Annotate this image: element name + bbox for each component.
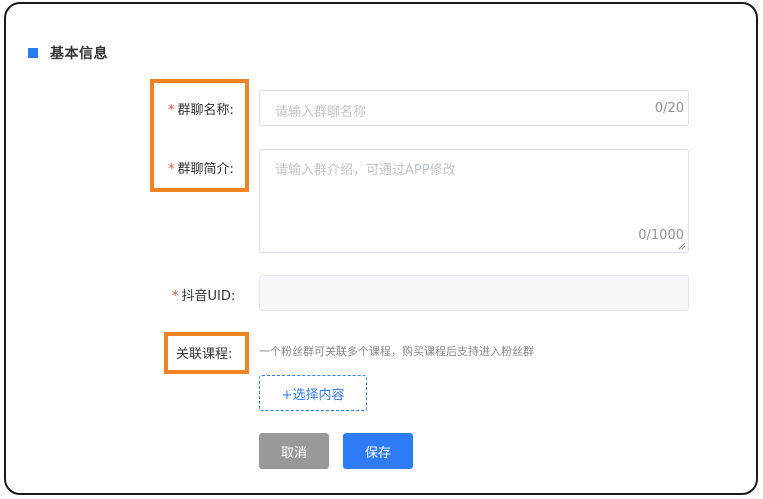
related-courses-hint: 一个粉丝群可关联多个课程，购买课程后支持进入粉丝群 xyxy=(259,345,534,358)
cancel-button[interactable]: 取消 xyxy=(259,433,329,469)
required-mark: * xyxy=(172,289,179,304)
section-header: 基本信息 xyxy=(28,43,108,63)
section-marker-icon xyxy=(28,48,38,58)
group-intro-counter: 0/1000 xyxy=(638,228,684,243)
douyin-uid-label: * 抖音UID: xyxy=(172,289,236,304)
required-mark: * xyxy=(168,103,175,118)
related-courses-label: 关联课程: xyxy=(176,347,233,362)
douyin-uid-input[interactable] xyxy=(259,275,689,311)
save-button[interactable]: 保存 xyxy=(343,433,413,469)
required-mark: * xyxy=(168,162,175,177)
group-name-placeholder: 请输入群聊名称 xyxy=(275,105,367,120)
group-name-counter: 0/20 xyxy=(654,101,684,116)
group-intro-placeholder: 请输入群介绍，可通过APP修改 xyxy=(275,163,456,178)
group-name-label: * 群聊名称: xyxy=(168,103,234,118)
group-name-input[interactable]: 请输入群聊名称 0/20 xyxy=(259,90,689,126)
group-intro-textarea[interactable]: 请输入群介绍，可通过APP修改 0/1000 xyxy=(259,149,689,253)
select-content-button[interactable]: +选择内容 xyxy=(259,375,367,411)
section-title: 基本信息 xyxy=(50,46,108,62)
resize-handle-icon[interactable] xyxy=(678,242,686,250)
group-intro-label: * 群聊简介: xyxy=(168,162,234,177)
